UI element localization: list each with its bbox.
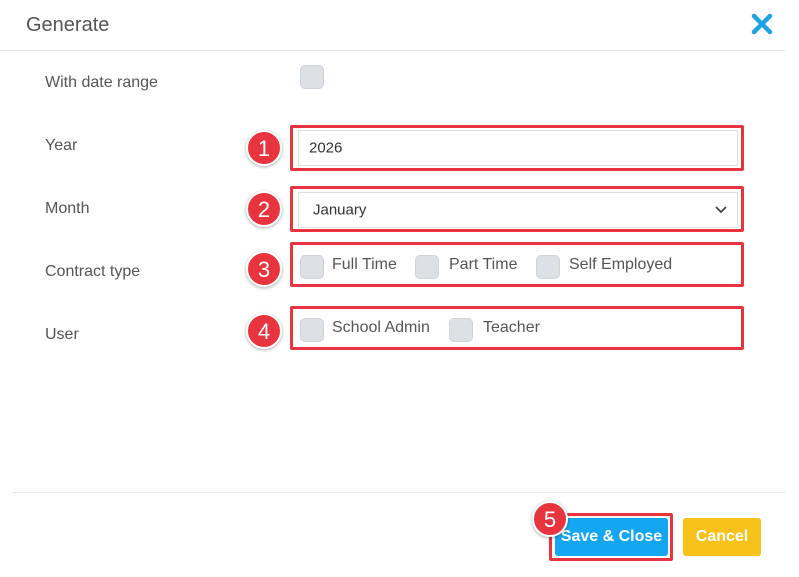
contract-type-label: Contract type bbox=[45, 263, 141, 280]
month-value: January bbox=[313, 201, 367, 219]
date-range-checkbox[interactable] bbox=[300, 65, 324, 89]
footer-divider bbox=[12, 492, 785, 493]
contract-part-time-label: Part Time bbox=[449, 256, 518, 273]
year-value: 2026 bbox=[309, 139, 343, 157]
dialog-header: Generate bbox=[0, 0, 785, 51]
annotation-badge-1: 1 bbox=[246, 130, 282, 166]
month-select[interactable]: January bbox=[298, 192, 738, 228]
date-range-label: With date range bbox=[45, 74, 158, 91]
contract-full-time-label: Full Time bbox=[332, 256, 397, 273]
year-label: Year bbox=[45, 137, 78, 154]
annotation-badge-5: 5 bbox=[532, 501, 568, 537]
year-input[interactable]: 2026 bbox=[298, 130, 738, 166]
month-label: Month bbox=[45, 200, 90, 217]
annotation-badge-2: 2 bbox=[246, 191, 282, 227]
contract-full-time-checkbox[interactable] bbox=[300, 255, 324, 279]
cancel-button[interactable]: Cancel bbox=[683, 518, 761, 556]
contract-self-employed-label: Self Employed bbox=[569, 256, 673, 273]
user-school-admin-checkbox[interactable] bbox=[300, 318, 324, 342]
annotation-badge-4: 4 bbox=[246, 313, 282, 349]
user-label: User bbox=[45, 326, 79, 343]
user-school-admin-label: School Admin bbox=[332, 319, 430, 336]
save-close-button[interactable]: Save & Close bbox=[555, 518, 668, 556]
contract-self-employed-checkbox[interactable] bbox=[536, 255, 560, 279]
chevron-down-icon bbox=[715, 206, 727, 214]
annotation-badge-3: 3 bbox=[246, 251, 282, 287]
user-teacher-label: Teacher bbox=[483, 319, 540, 336]
user-teacher-checkbox[interactable] bbox=[449, 318, 473, 342]
contract-part-time-checkbox[interactable] bbox=[415, 255, 439, 279]
dialog-title: Generate bbox=[26, 14, 110, 36]
close-icon[interactable] bbox=[750, 12, 774, 36]
